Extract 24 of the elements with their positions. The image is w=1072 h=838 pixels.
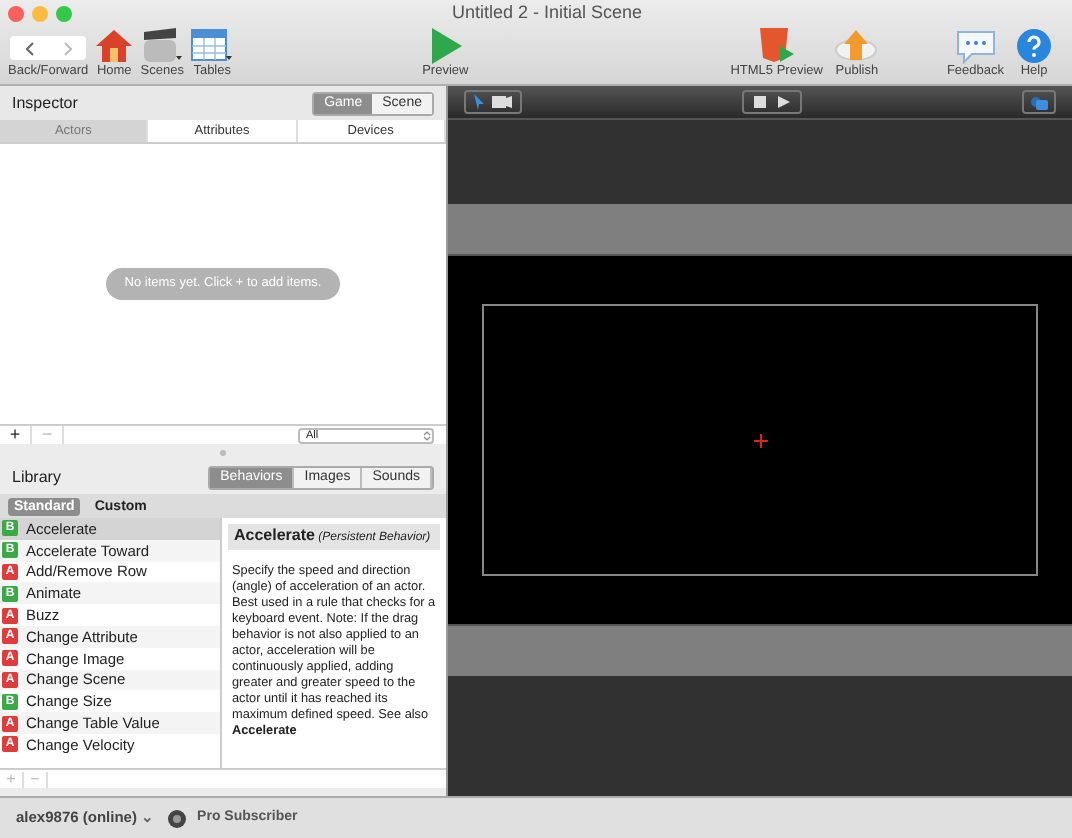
house-icon xyxy=(94,28,135,64)
play-icon[interactable] xyxy=(778,96,790,108)
overlap-icon[interactable] xyxy=(1030,95,1048,109)
up-down-arrows-icon xyxy=(422,429,432,441)
panel-title: Library xyxy=(12,465,61,489)
table-icon xyxy=(190,28,235,64)
clapperboard-icon xyxy=(140,28,185,64)
play-icon xyxy=(427,28,464,64)
window-title: Untitled 2 - Initial Scene xyxy=(452,0,643,26)
crosshair-icon xyxy=(753,433,767,447)
help-icon xyxy=(1016,28,1052,64)
back-icon xyxy=(25,41,34,55)
badge-icon xyxy=(167,809,186,827)
panel-title: Inspector xyxy=(12,91,78,115)
speech-bubble-icon xyxy=(953,28,998,64)
camera-icon[interactable] xyxy=(492,96,512,108)
splitter-handle[interactable] xyxy=(220,449,226,455)
zoom-window-button[interactable] xyxy=(56,5,72,21)
pointer-icon[interactable] xyxy=(474,94,484,110)
cloud-upload-icon xyxy=(834,28,879,64)
close-window-button[interactable] xyxy=(8,5,24,21)
minimize-window-button[interactable] xyxy=(32,5,48,21)
shield-play-icon xyxy=(756,28,797,64)
forward-icon xyxy=(63,41,72,55)
